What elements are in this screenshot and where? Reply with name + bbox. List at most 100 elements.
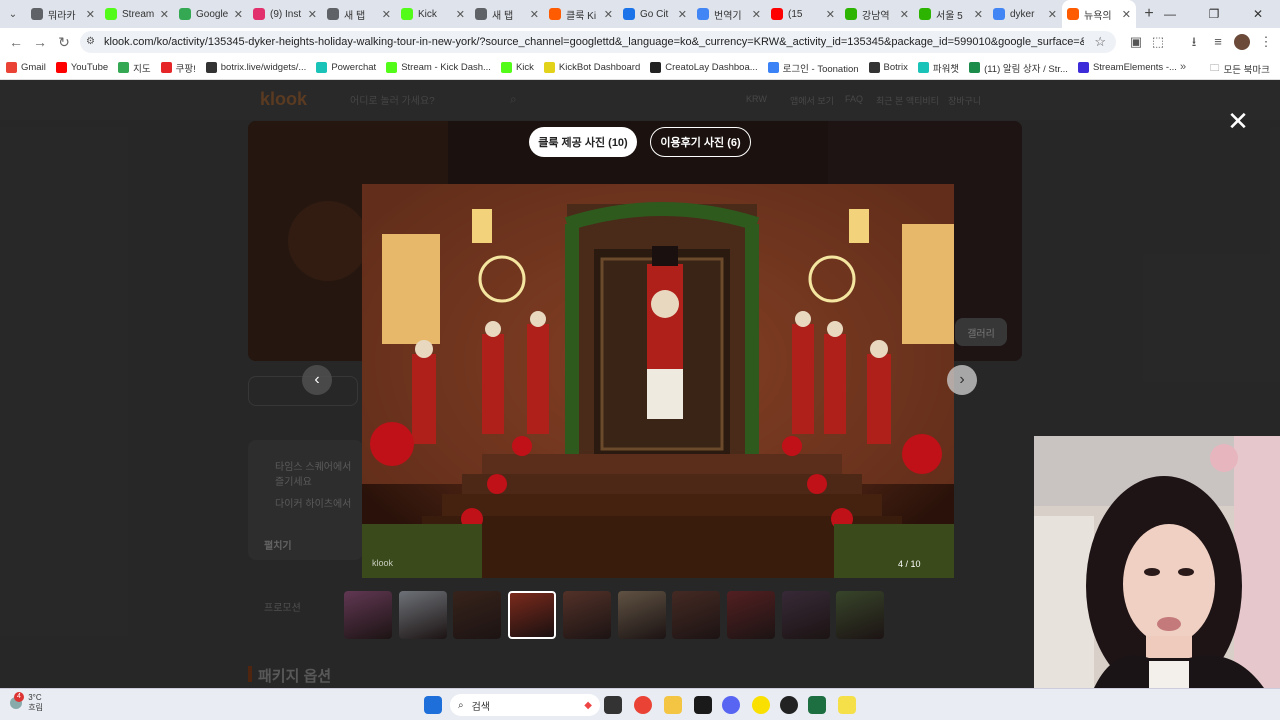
url-input[interactable]: ⚙ klook.com/ko/activity/135345-dyker-hei… — [80, 31, 1116, 53]
browser-tab[interactable]: 뉴욕의 ✕ — [1062, 0, 1136, 28]
download-icon[interactable]: ⭳ — [1186, 34, 1202, 50]
task-view-icon[interactable] — [604, 696, 622, 714]
tab-close-icon[interactable]: ✕ — [974, 8, 983, 21]
gallery-thumbnail[interactable] — [398, 591, 447, 639]
gallery-thumbnail[interactable] — [344, 591, 392, 639]
bookmark-item[interactable]: Botrix — [868, 62, 908, 73]
bookmark-item[interactable]: Gmail — [6, 62, 46, 73]
gallery-thumbnail[interactable] — [508, 591, 557, 639]
gallery-thumbnail[interactable] — [617, 591, 666, 639]
tab-close-icon[interactable]: ✕ — [752, 8, 761, 21]
forward-icon[interactable]: → — [28, 34, 52, 50]
klook-watermark: klook — [372, 558, 394, 568]
bookmark-item[interactable]: 쿠팡! — [160, 61, 196, 75]
tab-close-icon[interactable]: ✕ — [456, 8, 465, 21]
tab-close-icon[interactable]: ✕ — [604, 8, 613, 21]
tab-close-icon[interactable]: ✕ — [308, 8, 317, 21]
tab-close-icon[interactable]: ✕ — [382, 8, 391, 21]
tab-search-icon[interactable]: ⌄ — [0, 0, 26, 28]
browser-tab[interactable]: 서울 5 ✕ — [914, 0, 988, 28]
browser-tab[interactable]: Google ✕ — [174, 0, 248, 28]
all-bookmarks[interactable]: 🗀 모든 북마크 — [1210, 61, 1270, 77]
bookmark-item[interactable]: KickBot Dashboard — [543, 62, 640, 73]
tab-close-icon[interactable]: ✕ — [1122, 8, 1131, 21]
close-window-icon[interactable]: ✕ — [1236, 0, 1280, 28]
gallery-thumbnail[interactable] — [836, 591, 885, 639]
translate-icon[interactable]: ▣ — [1128, 34, 1144, 50]
browser-tab[interactable]: (9) Inst ✕ — [248, 0, 322, 28]
site-info-icon[interactable]: ⚙ — [86, 36, 98, 48]
extensions-icon[interactable]: ⬚ — [1150, 34, 1166, 50]
tab-favicon-icon — [549, 8, 561, 20]
previous-photo-button[interactable]: ‹ — [302, 365, 332, 395]
minimize-icon[interactable]: — — [1148, 0, 1192, 28]
tab-close-icon[interactable]: ✕ — [826, 8, 835, 21]
gallery-thumbnail[interactable] — [726, 591, 775, 639]
bookmark-star-icon[interactable]: ☆ — [1094, 34, 1106, 50]
bookmark-item[interactable]: YouTube — [55, 62, 108, 73]
app-green-icon[interactable] — [694, 696, 712, 714]
bookmark-item[interactable]: 지도 — [118, 61, 151, 75]
gallery-thumbnail[interactable] — [672, 591, 721, 639]
browser-tab[interactable]: 강남역 ✕ — [840, 0, 914, 28]
tab-close-icon[interactable]: ✕ — [900, 8, 909, 21]
restore-icon[interactable]: ❐ — [1192, 0, 1236, 28]
back-icon[interactable]: ← — [4, 34, 28, 50]
tab-close-icon[interactable]: ✕ — [1048, 8, 1057, 21]
menu-kebab-icon[interactable]: ⋮ — [1258, 34, 1274, 50]
tab-close-icon[interactable]: ✕ — [160, 8, 169, 21]
bookmark-label: StreamElements -... — [1092, 62, 1177, 73]
chrome-icon[interactable] — [634, 696, 652, 714]
tab-klook-photos[interactable]: 클룩 제공 사진 (10) — [529, 127, 637, 157]
kakaotalk-icon[interactable] — [752, 696, 770, 714]
obs-icon[interactable] — [780, 696, 798, 714]
tab-close-icon[interactable]: ✕ — [86, 8, 95, 21]
bookmarks-overflow-icon[interactable]: » — [1180, 61, 1186, 73]
tab-close-icon[interactable]: ✕ — [678, 8, 687, 21]
tab-favicon-icon — [1067, 8, 1079, 20]
bookmark-item[interactable]: Kick — [500, 62, 534, 73]
discord-icon[interactable] — [722, 696, 740, 714]
browser-tab[interactable]: 새 탭 ✕ — [470, 0, 544, 28]
browser-tab[interactable]: Kick ✕ — [396, 0, 470, 28]
bookmark-item[interactable]: Stream - Kick Dash... — [386, 62, 491, 73]
bookmark-item[interactable]: CreatoLay Dashboa... — [650, 62, 758, 73]
gallery-thumbnail[interactable] — [781, 591, 830, 639]
bookmark-item[interactable]: Powerchat — [316, 62, 376, 73]
sticky-notes-icon[interactable] — [838, 696, 856, 714]
browser-tab[interactable]: dyker ✕ — [988, 0, 1062, 28]
browser-tab[interactable]: Go Cit ✕ — [618, 0, 692, 28]
excel-icon[interactable] — [808, 696, 826, 714]
media-control-icon[interactable]: ≡ — [1210, 34, 1226, 50]
tab-title: 뉴욕의 — [1084, 10, 1112, 22]
start-menu-icon[interactable] — [424, 696, 442, 714]
url-text: klook.com/ko/activity/135345-dyker-heigh… — [104, 36, 1084, 48]
gallery-thumbnail[interactable] — [453, 591, 502, 639]
bookmark-item[interactable]: botrix.live/widgets/... — [205, 62, 306, 73]
bookmark-favicon-icon — [543, 62, 555, 73]
browser-tab[interactable]: (15 ✕ — [766, 0, 840, 28]
taskbar-search[interactable]: ⌕ 검색 ◆ — [450, 694, 600, 716]
browser-tab[interactable]: 새 탭 ✕ — [322, 0, 396, 28]
tab-close-icon[interactable]: ✕ — [530, 8, 539, 21]
next-photo-button[interactable]: › — [947, 365, 977, 395]
profile-avatar[interactable] — [1234, 34, 1250, 50]
bookmark-favicon-icon — [1077, 62, 1089, 73]
bookmark-label: (11) 알림 상자 / Str... — [984, 63, 1068, 75]
gallery-thumbnail[interactable] — [562, 591, 611, 639]
browser-tab[interactable]: 번역기 ✕ — [692, 0, 766, 28]
reload-icon[interactable]: ↻ — [52, 34, 76, 51]
file-explorer-icon[interactable] — [664, 696, 682, 714]
weather-widget[interactable]: 4 3°C 흐림 — [10, 692, 43, 713]
browser-tab[interactable]: 뭐라카 ✕ — [26, 0, 100, 28]
bookmark-item[interactable]: 로그인 - Toonation — [767, 61, 859, 75]
bookmark-item[interactable]: 파워챗 — [917, 61, 959, 75]
bookmark-item[interactable]: (11) 알림 상자 / Str... — [969, 61, 1068, 75]
tab-review-photos[interactable]: 이용후기 사진 (6) — [650, 127, 751, 157]
photo-counter: 4 / 10 — [898, 559, 921, 569]
tab-close-icon[interactable]: ✕ — [234, 8, 243, 21]
bookmark-item[interactable]: StreamElements -... — [1077, 62, 1177, 73]
browser-tab[interactable]: 클룩 Ki ✕ — [544, 0, 618, 28]
browser-tab[interactable]: Stream ✕ — [100, 0, 174, 28]
close-icon[interactable]: ✕ — [1226, 108, 1250, 134]
